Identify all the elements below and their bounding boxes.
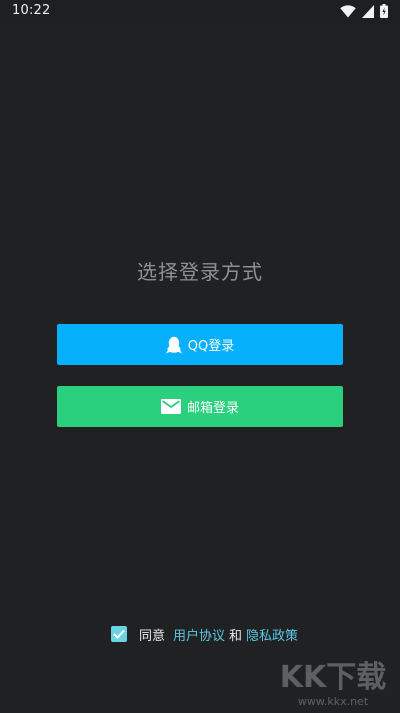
email-login-label: 邮箱登录 [186, 401, 239, 416]
watermark-site: www.kkx.net [298, 695, 369, 708]
status-time: 10:22 [12, 3, 51, 18]
checkmark-icon [113, 629, 125, 639]
user-agreement-link[interactable]: 用户协议 [173, 625, 225, 644]
status-icons [340, 3, 388, 22]
agreement-conjunction: 和 [229, 628, 243, 644]
watermark-logo: KK下载 www.kkx.net [274, 651, 392, 709]
envelope-icon [160, 399, 181, 414]
qq-login-button[interactable]: QQ登录 [57, 324, 343, 365]
wifi-icon [340, 3, 356, 22]
qq-login-label: QQ登录 [187, 339, 235, 354]
agreement-checkbox[interactable] [111, 626, 127, 642]
agreement-row: 同意 用户协议 和 隐私政策 [111, 625, 298, 644]
email-login-button[interactable]: 邮箱登录 [57, 386, 343, 427]
privacy-policy-link[interactable]: 隐私政策 [246, 625, 298, 644]
qq-penguin-icon [165, 336, 182, 354]
cellular-icon [362, 3, 374, 22]
status-bar: 10:22 [0, 0, 400, 24]
page-title: 选择登录方式 [137, 260, 263, 284]
watermark-text: KK下载 [280, 660, 387, 695]
agreement-prefix: 同意 [139, 628, 166, 644]
battery-icon [380, 3, 388, 22]
